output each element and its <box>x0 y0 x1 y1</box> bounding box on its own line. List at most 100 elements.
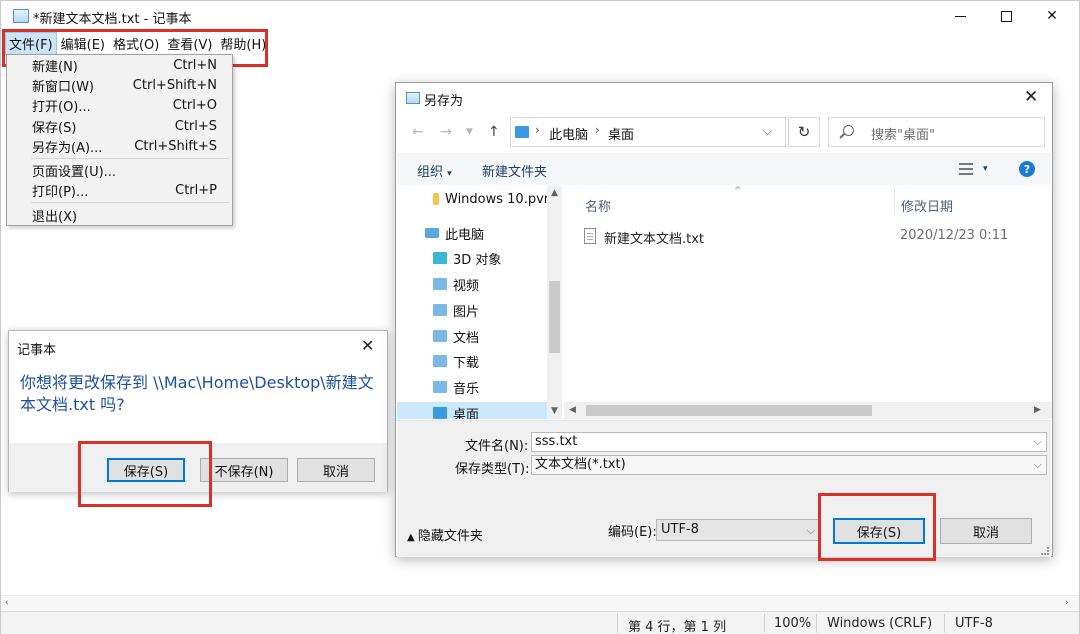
title-bar: *新建文本文档.txt - 记事本 ✕ <box>1 1 1079 31</box>
organize-button[interactable]: 组织 ▾ <box>417 161 452 180</box>
new-folder-button[interactable]: 新建文件夹 <box>482 161 547 180</box>
save-as-title-icon <box>406 92 420 104</box>
column-header-modified[interactable]: 修改日期 <box>901 196 953 215</box>
encoding-select[interactable]: UTF-8 ⌵ <box>656 519 820 541</box>
menu-item-new-window[interactable]: 新窗口(W) Ctrl+Shift+N <box>7 75 232 95</box>
menu-item-page-setup[interactable]: 页面设置(U)... <box>7 160 232 180</box>
scrollbar-thumb[interactable] <box>586 405 872 416</box>
breadcrumb-chevron-icon: › <box>535 123 540 137</box>
close-icon[interactable]: ✕ <box>361 336 374 355</box>
video-folder-icon <box>433 278 447 290</box>
search-input[interactable]: 搜索"桌面" <box>828 117 1045 147</box>
menu-item-print[interactable]: 打印(P)... Ctrl+P <box>7 180 232 200</box>
tree-item-music[interactable]: 音乐 <box>433 376 479 398</box>
menu-item-label: 新建(N) <box>32 59 78 75</box>
up-arrow-icon[interactable]: ↑ <box>488 124 500 140</box>
menu-item-label: 打印(P)... <box>32 184 89 200</box>
file-menu-dropdown: 新建(N) Ctrl+N 新窗口(W) Ctrl+Shift+N 打开(O)..… <box>6 54 233 226</box>
menu-item-save-as[interactable]: 另存为(A)... Ctrl+Shift+S <box>7 136 232 156</box>
tree-item-pictures[interactable]: 图片 <box>433 299 479 321</box>
filetype-select[interactable]: 文本文档(*.txt) ⌵ <box>531 455 1047 475</box>
refresh-button[interactable]: ↻ <box>788 117 820 147</box>
chevron-down-icon[interactable]: ▾ <box>983 164 988 174</box>
forward-arrow-icon[interactable]: → <box>440 124 452 140</box>
resize-grip-icon[interactable] <box>1041 547 1049 555</box>
sort-caret-icon: ^ <box>734 186 742 196</box>
menu-item-label: 页面设置(U)... <box>32 164 117 180</box>
encoding-label: 编码(E): <box>608 525 657 540</box>
chevron-down-icon[interactable]: ⌵ <box>763 124 772 139</box>
text-file-icon <box>584 228 596 244</box>
folder-icon <box>433 193 439 205</box>
tree-item-windows-pvm[interactable]: Windows 10.pvm <box>433 188 556 210</box>
file-row[interactable]: 新建文本文档.txt 2020/12/23 0:11 <box>584 226 1044 248</box>
window-title: *新建文本文档.txt - 记事本 <box>33 12 192 27</box>
address-bar[interactable]: › 此电脑 › 桌面 ⌵ <box>510 117 786 147</box>
dialog-message: 你想将更改保存到 \\Mac\Home\Desktop\新建文本文档.txt 吗… <box>20 373 374 414</box>
computer-icon <box>425 228 439 238</box>
save-as-dialog: 另存为 ✕ ← → ▼ ↑ › 此电脑 › 桌面 ⌵ ↻ 搜索"桌面" 组织 ▾… <box>395 82 1053 557</box>
recent-locations-icon[interactable]: ▼ <box>466 127 473 137</box>
chevron-down-icon[interactable]: ⌵ <box>807 521 815 541</box>
status-encoding: UTF-8 <box>955 616 993 631</box>
filetype-value: 文本文档(*.txt) <box>535 457 626 472</box>
chevron-down-icon[interactable]: ⌵ <box>1034 433 1042 451</box>
zoom-level: 100% <box>774 616 812 631</box>
pictures-folder-icon <box>433 304 447 316</box>
menu-item-save[interactable]: 保存(S) Ctrl+S <box>7 116 232 136</box>
tree-item-desktop[interactable]: 桌面 <box>397 402 547 419</box>
cancel-button[interactable]: 取消 <box>297 458 375 482</box>
column-header-name[interactable]: 名称 <box>585 196 611 215</box>
tree-item-3d-objects[interactable]: 3D 对象 <box>433 247 501 269</box>
menu-separator <box>31 158 229 159</box>
help-icon[interactable]: ? <box>1019 161 1035 177</box>
chevron-down-icon[interactable]: ⌵ <box>1034 456 1042 474</box>
save-fields-panel: 文件名(N): sss.txt ⌵ 保存类型(T): 文本文档(*.txt) ⌵… <box>397 420 1051 557</box>
horizontal-scrollbar[interactable]: ‹ › <box>1 595 1079 611</box>
menu-item-label: 打开(O)... <box>32 99 91 115</box>
search-icon <box>843 125 854 136</box>
scroll-down-icon[interactable]: ▼ <box>551 406 558 416</box>
save-button-highlight-box <box>78 441 212 507</box>
scroll-up-icon[interactable]: ▲ <box>551 188 558 198</box>
close-button[interactable]: ✕ <box>1029 1 1075 31</box>
filename-label: 文件名(N): <box>465 439 529 454</box>
scroll-right-icon[interactable]: › <box>1065 598 1069 608</box>
maximize-button[interactable] <box>983 1 1029 31</box>
tree-item-downloads[interactable]: 下载 <box>433 350 479 372</box>
cancel-button[interactable]: 取消 <box>940 518 1032 544</box>
cursor-position: 第 4 行，第 1 列 <box>628 620 727 634</box>
scroll-left-icon[interactable]: ◀ <box>569 405 576 415</box>
scroll-right-icon[interactable]: ▶ <box>1034 405 1041 415</box>
scroll-left-icon[interactable]: ‹ <box>5 598 9 608</box>
close-icon[interactable]: ✕ <box>1024 87 1038 107</box>
menu-item-shortcut: Ctrl+Shift+S <box>134 138 217 154</box>
breadcrumb-this-pc[interactable]: 此电脑 <box>549 124 588 143</box>
menu-item-new[interactable]: 新建(N) Ctrl+N <box>7 55 232 75</box>
scrollbar-thumb[interactable] <box>549 281 560 353</box>
menu-item-shortcut: Ctrl+P <box>175 182 217 198</box>
tree-item-documents[interactable]: 文档 <box>433 325 479 347</box>
minimize-button[interactable] <box>937 1 983 31</box>
menu-item-shortcut: Ctrl+S <box>174 118 217 134</box>
file-list-scrollbar[interactable]: ◀ ▶ <box>564 402 1052 419</box>
filename-value: sss.txt <box>535 434 578 449</box>
cube-icon <box>433 252 447 264</box>
dont-save-button[interactable]: 不保存(N) <box>200 458 288 482</box>
desktop-folder-icon <box>515 126 529 138</box>
hide-folders-toggle[interactable]: ▲ 隐藏文件夹 <box>407 525 483 544</box>
command-bar: 组织 ▾ 新建文件夹 ▾ ? <box>397 153 1051 185</box>
maximize-icon <box>1000 10 1012 22</box>
navigation-scrollbar[interactable]: ▲ ▼ <box>547 186 562 419</box>
refresh-icon: ↻ <box>797 123 811 141</box>
menu-item-open[interactable]: 打开(O)... Ctrl+O <box>7 95 232 115</box>
breadcrumb-desktop[interactable]: 桌面 <box>608 124 634 143</box>
tree-item-this-pc[interactable]: 此电脑 <box>425 222 484 244</box>
filename-input[interactable]: sss.txt ⌵ <box>531 432 1047 452</box>
column-divider[interactable] <box>894 188 895 214</box>
tree-item-videos[interactable]: 视频 <box>433 273 479 295</box>
menu-item-exit[interactable]: 退出(X) <box>7 205 232 225</box>
view-options-icon[interactable] <box>959 163 973 175</box>
back-arrow-icon[interactable]: ← <box>412 124 424 140</box>
tree-item-label: 文档 <box>453 330 480 346</box>
